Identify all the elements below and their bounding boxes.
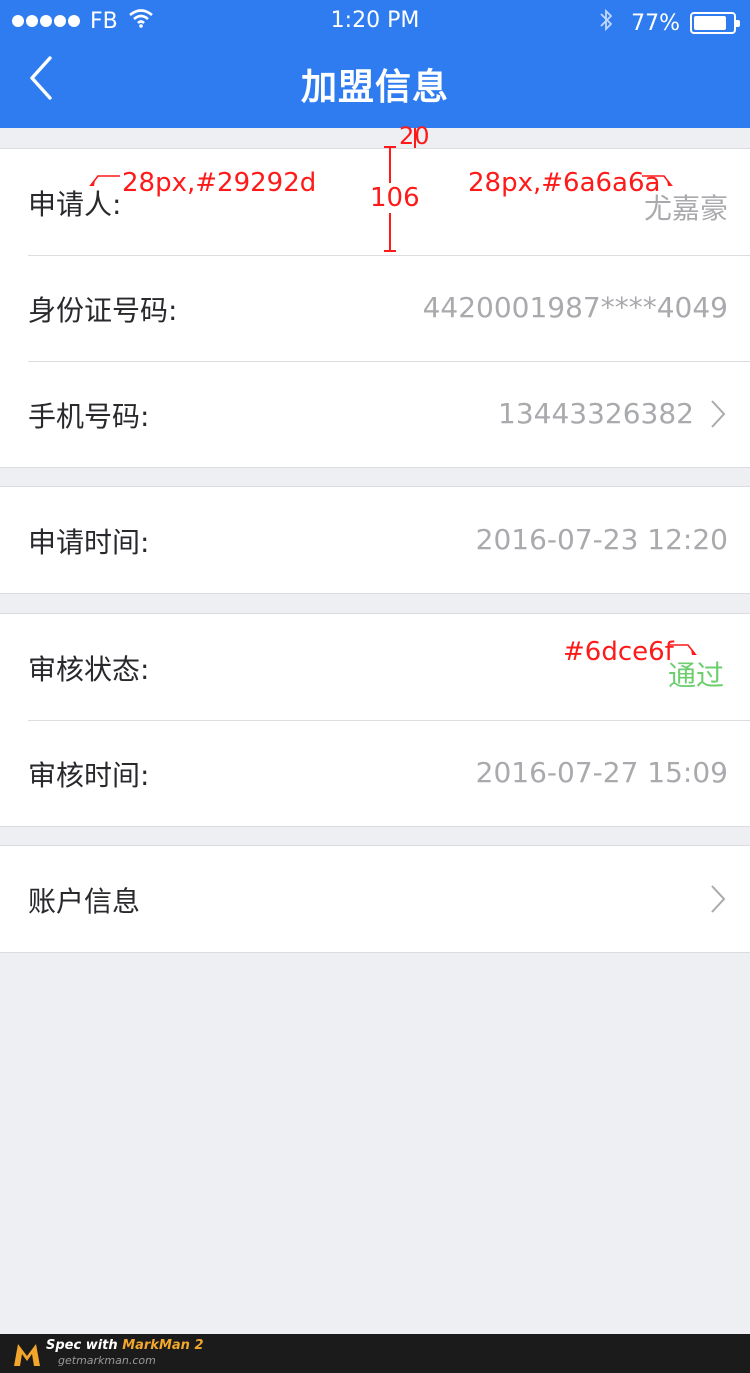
phone-value: 13443326382 [498, 397, 694, 430]
review-status-label: 审核状态: [28, 653, 150, 686]
row-id-number: 身份证号码: 4420001987****4049 [0, 255, 750, 361]
annotation-cap [384, 250, 396, 252]
annotation-arrow-icon [642, 175, 673, 186]
annotation-row-height: 106 [368, 183, 422, 213]
footer-prefix: Spec with [46, 1338, 123, 1353]
row-account-info[interactable]: 账户信息 [0, 846, 750, 952]
footer-line1: Spec with MarkMan 2 [46, 1338, 204, 1353]
row-review-status: 审核状态: 通过 [0, 614, 750, 720]
row-apply-time: 申请时间: 2016-07-23 12:20 [0, 487, 750, 593]
nav-bar: 加盟信息 [0, 42, 750, 128]
annotation-label-spec: 28px,#29292d [122, 168, 317, 198]
account-group: 账户信息 [0, 845, 750, 953]
id-number-label: 身份证号码: [28, 294, 178, 327]
account-info-label: 账户信息 [28, 885, 141, 918]
annotation-status-color: #6dce6f [563, 637, 674, 667]
id-number-value: 4420001987****4049 [422, 291, 728, 324]
annotation-arrow-icon [89, 175, 120, 186]
phone-label: 手机号码: [28, 400, 150, 433]
chevron-right-icon [711, 400, 726, 428]
markman-logo-icon [14, 1344, 40, 1366]
apply-time-value: 2016-07-23 12:20 [475, 523, 728, 556]
row-review-time: 审核时间: 2016-07-27 15:09 [0, 720, 750, 826]
review-status-value: 通过 [667, 659, 724, 692]
battery-percent: 77% [631, 10, 680, 36]
battery-icon [690, 12, 740, 34]
row-phone[interactable]: 手机号码: 13443326382 [0, 361, 750, 467]
bluetooth-icon [599, 8, 613, 38]
status-right: 77% [599, 8, 740, 38]
review-time-value: 2016-07-27 15:09 [475, 756, 728, 789]
footer-line2: getmarkman.com [58, 1354, 156, 1367]
annotation-gap: 20 [399, 122, 430, 150]
page-title: 加盟信息 [300, 67, 449, 108]
footer-brand: MarkMan 2 [122, 1338, 204, 1353]
annotation-value-spec: 28px,#6a6a6a [468, 168, 661, 198]
chevron-right-icon [711, 885, 726, 913]
applicant-label: 申请人: [28, 188, 122, 221]
apply-time-label: 申请时间: [28, 526, 150, 559]
status-bar: FB 1:20 PM 77% [0, 0, 750, 42]
markman-footer: Spec with MarkMan 2 getmarkman.com [0, 1334, 750, 1373]
annotation-cap [384, 146, 396, 148]
annotation-arrow-icon [670, 644, 697, 655]
review-time-label: 审核时间: [28, 759, 150, 792]
apply-time-group: 申请时间: 2016-07-23 12:20 [0, 486, 750, 594]
